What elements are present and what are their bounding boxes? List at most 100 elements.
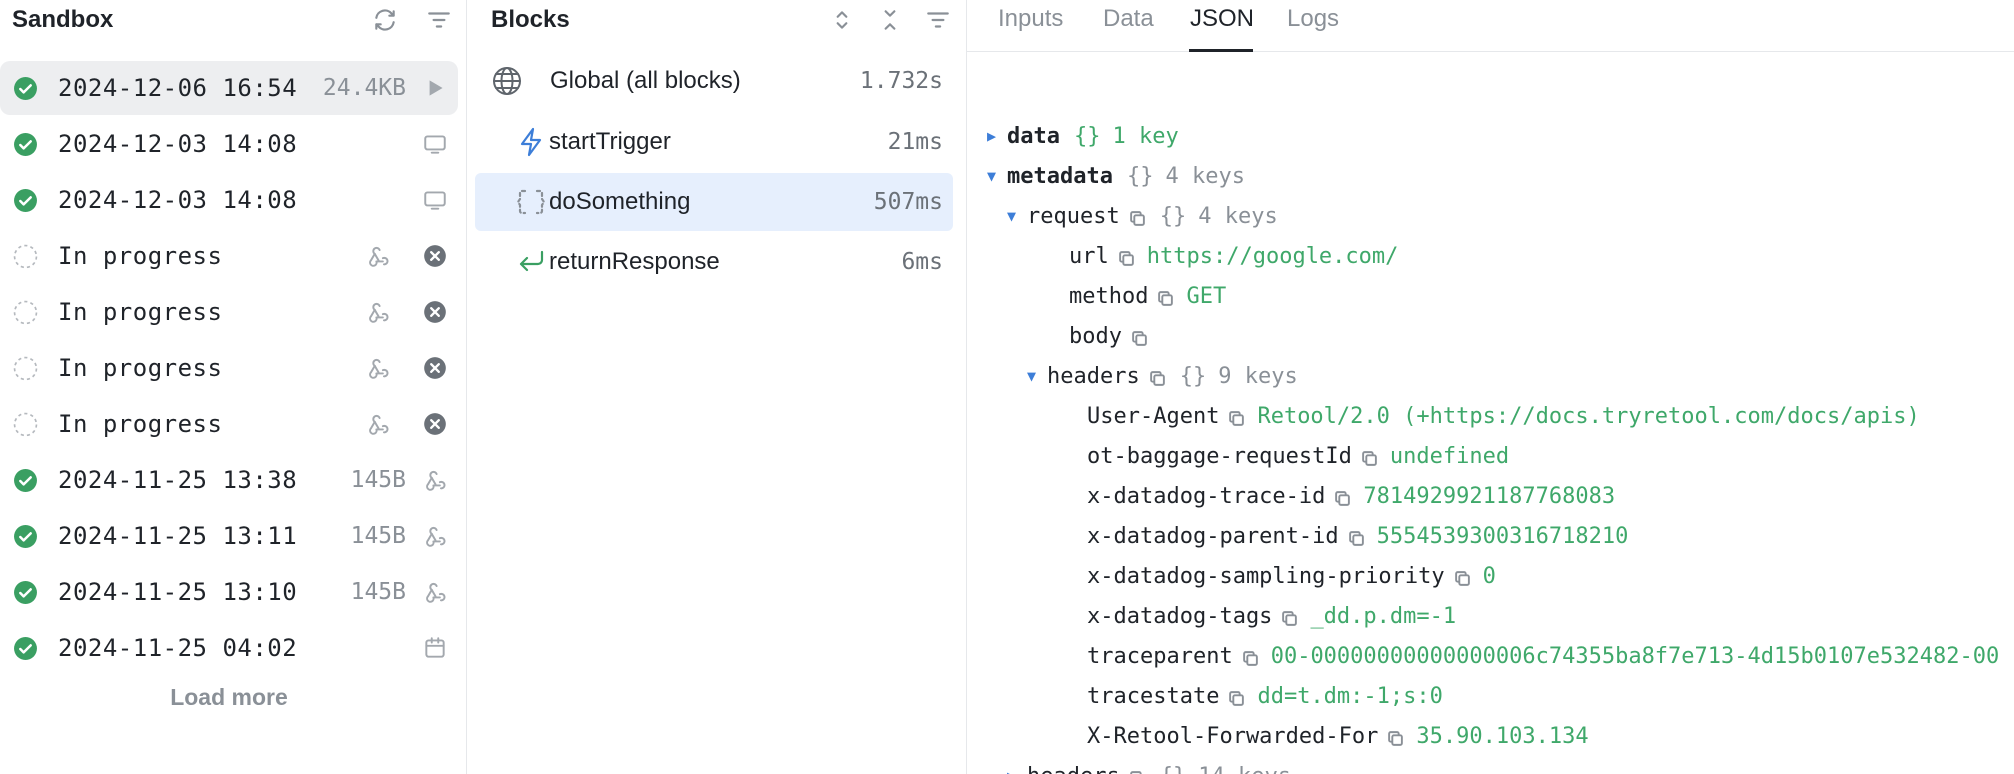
copy-icon[interactable] (1348, 528, 1365, 546)
run-item[interactable]: 2024-11-25 13:11 145B (0, 509, 458, 563)
block-start-trigger[interactable]: startTrigger 21ms (475, 113, 953, 171)
code-block-icon (515, 186, 547, 218)
run-item[interactable]: In progress (0, 397, 458, 451)
run-item[interactable]: 2024-11-25 04:02 (0, 621, 458, 675)
refresh-icon[interactable] (358, 0, 412, 40)
json-value: _dd.p.dm=-1 (1310, 603, 1457, 629)
pending-spinner-icon (13, 356, 38, 381)
json-row[interactable]: ▼ request {} 4 keys (1007, 196, 1278, 236)
json-brace: {} (1126, 163, 1154, 189)
pending-spinner-icon (13, 412, 38, 437)
copy-icon[interactable] (1228, 688, 1245, 706)
block-time: 21ms (887, 129, 943, 155)
run-item[interactable]: 2024-12-03 14:08 (0, 117, 458, 171)
run-label: 2024-12-06 16:54 (58, 74, 298, 102)
cancel-icon[interactable] (422, 355, 448, 381)
json-row: url https://google.com/ (1069, 236, 1398, 276)
caret-down-icon[interactable]: ▼ (1007, 207, 1027, 225)
json-row[interactable]: ▼ metadata {} 4 keys (987, 156, 1245, 196)
json-row[interactable]: ▼ headers {} 9 keys (1027, 356, 1298, 396)
run-label: 2024-11-25 13:38 (58, 466, 298, 494)
run-item[interactable]: 2024-12-03 14:08 (0, 173, 458, 227)
json-row[interactable]: ▶headers {} 14 keys (1007, 756, 1291, 774)
json-row[interactable]: ▶ data {} 1 key (987, 116, 1179, 156)
run-label: 2024-12-03 14:08 (58, 186, 298, 214)
tab-logs[interactable]: Logs (1287, 5, 1339, 33)
block-name: doSomething (549, 188, 691, 215)
webhook-icon (422, 467, 448, 493)
copy-icon[interactable] (1242, 648, 1259, 666)
cancel-icon[interactable] (422, 299, 448, 325)
block-time: 507ms (873, 189, 943, 215)
json-key: metadata (1007, 163, 1113, 189)
json-key: headers (1027, 764, 1120, 774)
json-key-count: 1 key (1112, 123, 1179, 149)
json-row: traceparent 00-00000000000000006c74355ba8… (1087, 636, 1999, 676)
webhook-icon (422, 579, 448, 605)
success-check-icon (13, 132, 38, 157)
json-row: method GET (1069, 276, 1226, 316)
load-more-button[interactable]: Load more (0, 684, 458, 718)
webhook-icon (365, 299, 391, 325)
json-value: dd=t.dm:-1;s:0 (1257, 683, 1443, 709)
copy-icon[interactable] (1454, 568, 1471, 586)
tab-inputs[interactable]: Inputs (998, 5, 1063, 33)
json-key-count: 14 keys (1198, 764, 1291, 774)
collapse-all-icon[interactable] (866, 0, 914, 40)
caret-right-icon[interactable]: ▶ (987, 127, 1007, 145)
blocks-header: Blocks (467, 0, 966, 40)
tab-json[interactable]: JSON (1190, 5, 1254, 33)
caret-down-icon[interactable]: ▼ (987, 167, 1007, 185)
run-item[interactable]: 2024-11-25 13:10 145B (0, 565, 458, 619)
block-do-something[interactable]: doSomething 507ms (475, 173, 953, 231)
copy-icon[interactable] (1361, 448, 1378, 466)
play-icon[interactable] (422, 75, 448, 101)
calendar-icon (422, 635, 448, 661)
expand-collapse-icon[interactable] (818, 0, 866, 40)
tab-data[interactable]: Data (1103, 5, 1154, 33)
caret-down-icon[interactable]: ▼ (1027, 367, 1047, 385)
pending-spinner-icon (13, 300, 38, 325)
sandbox-panel: Sandbox 2024-12-06 16:54 24.4KB 2024-12-03… (0, 0, 467, 774)
blocks-panel: Blocks Global (all blocks) 1.732s startT… (467, 0, 967, 774)
json-value: 7814929921187768083 (1363, 483, 1616, 509)
block-global[interactable]: Global (all blocks) 1.732s (475, 52, 953, 110)
copy-icon[interactable] (1387, 728, 1404, 746)
run-item[interactable]: In progress (0, 229, 458, 283)
copy-icon[interactable] (1118, 248, 1135, 266)
run-item[interactable]: In progress (0, 285, 458, 339)
filter-icon[interactable] (412, 0, 466, 40)
block-return-response[interactable]: returnResponse 6ms (475, 233, 953, 291)
blocks-filter-icon[interactable] (914, 0, 962, 40)
run-item[interactable]: 2024-11-25 13:38 145B (0, 453, 458, 507)
json-row: ot-baggage-requestId undefined (1087, 436, 1509, 476)
json-brace: {} (1073, 123, 1101, 149)
copy-icon[interactable] (1157, 288, 1174, 306)
caret-right-icon[interactable]: ▶ (1007, 767, 1027, 774)
success-check-icon (13, 76, 38, 101)
tab-bar: Inputs Data JSON Logs (967, 0, 2014, 52)
return-arrow-icon (515, 246, 547, 278)
json-key: x-datadog-trace-id (1087, 483, 1326, 509)
json-row: x-datadog-trace-id 7814929921187768083 (1087, 476, 1615, 516)
run-label: 2024-11-25 04:02 (58, 634, 298, 662)
run-item[interactable]: In progress (0, 341, 458, 395)
block-name: Global (all blocks) (550, 67, 741, 94)
run-label: 2024-11-25 13:11 (58, 522, 298, 550)
copy-icon[interactable] (1131, 328, 1148, 346)
cancel-icon[interactable] (422, 243, 448, 269)
json-value: 5554539300316718210 (1376, 523, 1629, 549)
run-size: 145B (350, 467, 406, 493)
copy-icon[interactable] (1281, 608, 1298, 626)
copy-icon[interactable] (1129, 768, 1146, 774)
cancel-icon[interactable] (422, 411, 448, 437)
pending-spinner-icon (13, 244, 38, 269)
copy-icon[interactable] (1228, 408, 1245, 426)
run-item[interactable]: 2024-12-06 16:54 24.4KB (0, 61, 458, 115)
copy-icon[interactable] (1129, 208, 1146, 226)
copy-icon[interactable] (1334, 488, 1351, 506)
active-tab-indicator (1189, 49, 1253, 52)
run-label: 2024-11-25 13:10 (58, 578, 298, 606)
copy-icon[interactable] (1149, 368, 1166, 386)
run-label: In progress (58, 298, 223, 326)
